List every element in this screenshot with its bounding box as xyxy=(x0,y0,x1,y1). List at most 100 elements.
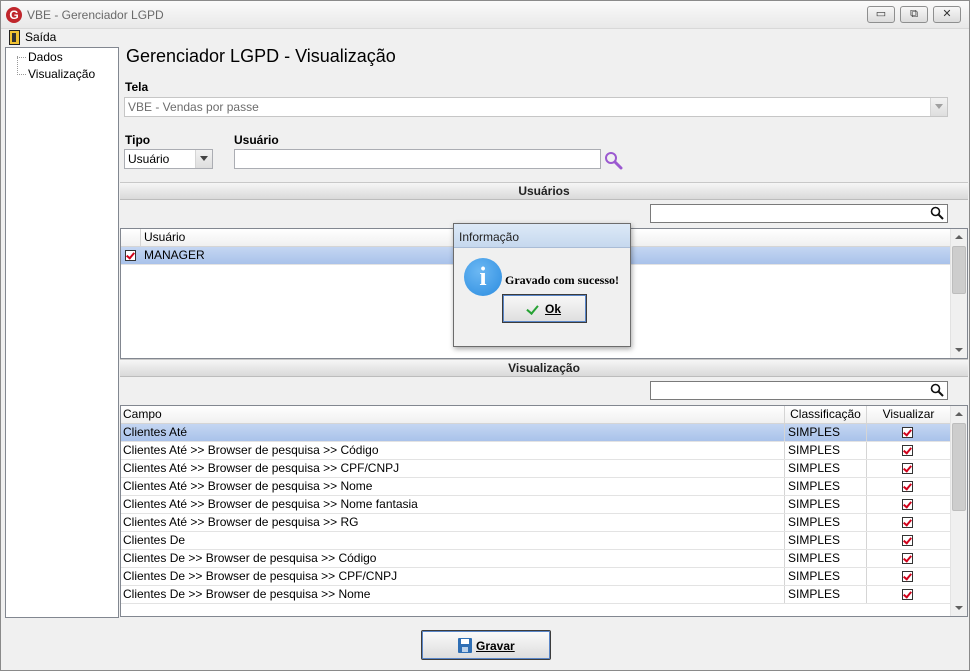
column-header-classificacao[interactable]: Classificação xyxy=(785,406,867,424)
visualizar-checkbox[interactable] xyxy=(902,427,913,438)
visualizar-checkbox[interactable] xyxy=(902,517,913,528)
classificacao-cell: SIMPLES xyxy=(785,514,867,531)
page-title: Gerenciador LGPD - Visualização xyxy=(126,46,396,66)
campo-cell: Clientes Até >> Browser de pesquisa >> R… xyxy=(121,514,785,531)
visualizar-cell xyxy=(867,568,950,585)
minimize-icon: ▭ xyxy=(875,8,887,20)
classificacao-cell: SIMPLES xyxy=(785,532,867,549)
classificacao-cell: SIMPLES xyxy=(785,424,867,441)
restore-button[interactable]: ⧉ xyxy=(900,6,928,23)
classificacao-cell: SIMPLES xyxy=(785,550,867,567)
tela-select-value: VBE - Vendas por passe xyxy=(128,100,259,114)
scroll-up-icon[interactable] xyxy=(951,406,967,422)
checkmark-icon xyxy=(526,302,539,315)
information-dialog: Informação i Gravado com sucesso! Ok xyxy=(453,223,631,347)
classificacao-cell: SIMPLES xyxy=(785,478,867,495)
tree-item-dados[interactable]: Dados xyxy=(28,50,63,64)
table-row[interactable]: Clientes Até >> Browser de pesquisa >> C… xyxy=(121,460,950,478)
classificacao-cell: SIMPLES xyxy=(785,586,867,603)
tree-connector xyxy=(17,74,26,75)
table-row[interactable]: Clientes De SIMPLES xyxy=(121,532,950,550)
floppy-disk-icon xyxy=(458,638,472,653)
visualizar-cell xyxy=(867,550,950,567)
campo-cell: Clientes Até xyxy=(121,424,785,441)
visualizar-cell xyxy=(867,514,950,531)
tela-label: Tela xyxy=(125,80,149,94)
usuarios-search-input[interactable] xyxy=(650,204,948,223)
magnifier-icon[interactable] xyxy=(930,383,944,397)
table-row[interactable]: Clientes Até SIMPLES xyxy=(121,424,950,442)
dialog-title: Informação xyxy=(459,230,520,244)
tree-connector xyxy=(17,56,18,75)
column-header-campo[interactable]: Campo xyxy=(121,406,785,424)
visualizar-checkbox[interactable] xyxy=(902,589,913,600)
table-row[interactable]: Clientes De >> Browser de pesquisa >> Có… xyxy=(121,550,950,568)
campo-cell: Clientes De xyxy=(121,532,785,549)
main-window: G VBE - Gerenciador LGPD ▭ ⧉ ✕ Saída Dad… xyxy=(0,0,970,671)
tree-item-visualizacao[interactable]: Visualização xyxy=(28,67,95,81)
visualizar-checkbox[interactable] xyxy=(902,535,913,546)
visualizar-checkbox[interactable] xyxy=(902,445,913,456)
ok-button-label: Ok xyxy=(545,302,562,316)
scroll-down-icon[interactable] xyxy=(951,342,967,358)
scroll-down-icon[interactable] xyxy=(951,600,967,616)
usuarios-section-header: Usuários xyxy=(120,182,968,200)
campo-cell: Clientes Até >> Browser de pesquisa >> N… xyxy=(121,478,785,495)
scroll-thumb[interactable] xyxy=(952,246,966,294)
app-logo-icon: G xyxy=(6,7,22,23)
classificacao-cell: SIMPLES xyxy=(785,568,867,585)
campo-cell: Clientes Até >> Browser de pesquisa >> C… xyxy=(121,460,785,477)
tree-connector xyxy=(17,57,26,58)
column-header-check xyxy=(121,229,141,247)
table-row[interactable]: Clientes Até >> Browser de pesquisa >> C… xyxy=(121,442,950,460)
campo-cell: Clientes De >> Browser de pesquisa >> CP… xyxy=(121,568,785,585)
visualizar-checkbox[interactable] xyxy=(902,481,913,492)
close-button[interactable]: ✕ xyxy=(933,6,961,23)
visualizacao-search-input[interactable] xyxy=(650,381,948,400)
campo-cell: Clientes De >> Browser de pesquisa >> Có… xyxy=(121,550,785,567)
menu-item-exit[interactable]: Saída xyxy=(3,29,56,47)
visualizar-cell xyxy=(867,478,950,495)
close-icon: ✕ xyxy=(942,8,952,20)
visualizar-cell xyxy=(867,586,950,603)
classificacao-cell: SIMPLES xyxy=(785,496,867,513)
visualizar-checkbox[interactable] xyxy=(902,499,913,510)
tipo-select[interactable]: Usuário xyxy=(124,149,213,169)
info-icon: i xyxy=(464,258,502,296)
table-row[interactable]: Clientes De >> Browser de pesquisa >> No… xyxy=(121,586,950,604)
classificacao-cell: SIMPLES xyxy=(785,442,867,459)
visualizar-checkbox[interactable] xyxy=(902,463,913,474)
tipo-select-value: Usuário xyxy=(128,152,170,166)
campo-cell: Clientes De >> Browser de pesquisa >> No… xyxy=(121,586,785,603)
table-row[interactable]: Clientes Até >> Browser de pesquisa >> R… xyxy=(121,514,950,532)
visualizar-checkbox[interactable] xyxy=(902,571,913,582)
row-checkbox[interactable] xyxy=(125,250,136,261)
visualizacao-scrollbar[interactable] xyxy=(950,406,967,616)
exit-door-icon xyxy=(9,30,20,45)
scroll-up-icon[interactable] xyxy=(951,229,967,245)
usuario-input[interactable] xyxy=(234,149,601,169)
table-row[interactable]: Clientes De >> Browser de pesquisa >> CP… xyxy=(121,568,950,586)
menu-bar: Saída xyxy=(1,29,969,47)
dialog-message: Gravado com sucesso! xyxy=(505,273,619,287)
visualizar-checkbox[interactable] xyxy=(902,553,913,564)
save-button[interactable]: Gravar xyxy=(421,630,551,660)
minimize-button[interactable]: ▭ xyxy=(867,6,895,23)
scroll-thumb[interactable] xyxy=(952,423,966,511)
chevron-down-icon xyxy=(195,150,212,168)
visualizacao-grid: Campo Classificação Visualizar Clientes … xyxy=(120,405,968,617)
classificacao-cell: SIMPLES xyxy=(785,460,867,477)
ok-button[interactable]: Ok xyxy=(502,294,587,323)
visualizar-cell xyxy=(867,532,950,549)
visualizar-cell xyxy=(867,424,950,441)
campo-cell: Clientes Até >> Browser de pesquisa >> N… xyxy=(121,496,785,513)
table-row[interactable]: Clientes Até >> Browser de pesquisa >> N… xyxy=(121,496,950,514)
usuarios-scrollbar[interactable] xyxy=(950,229,967,358)
visualizar-cell xyxy=(867,460,950,477)
search-icon[interactable] xyxy=(604,151,623,170)
tela-select[interactable]: VBE - Vendas por passe xyxy=(124,97,948,117)
magnifier-icon[interactable] xyxy=(930,206,944,220)
column-header-visualizar[interactable]: Visualizar xyxy=(867,406,950,424)
dialog-title-bar: Informação xyxy=(454,224,630,248)
table-row[interactable]: Clientes Até >> Browser de pesquisa >> N… xyxy=(121,478,950,496)
